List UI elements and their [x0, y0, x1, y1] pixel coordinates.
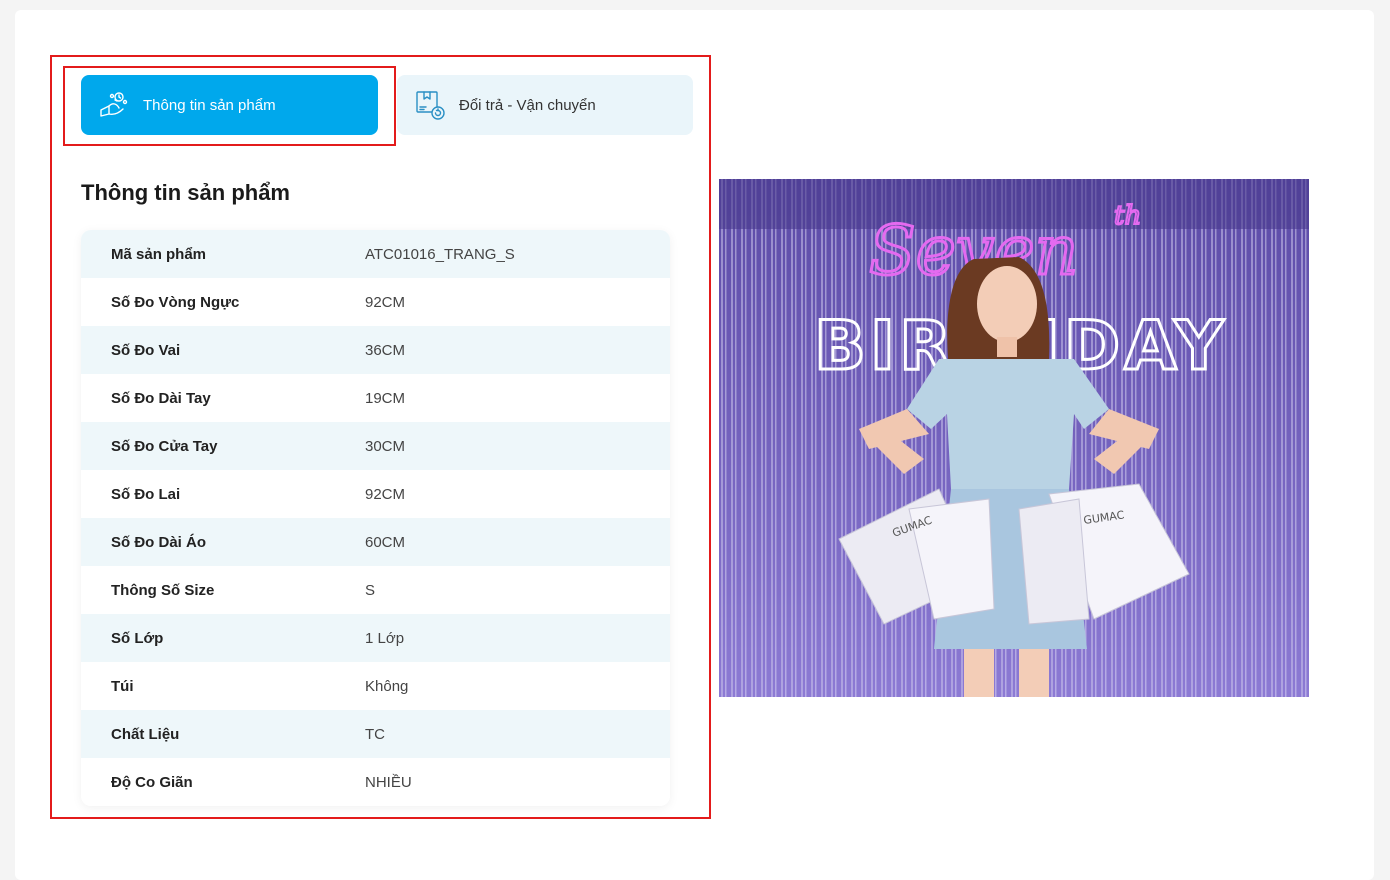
spec-label: Túi	[111, 677, 134, 695]
tab-shipping-return[interactable]: Đổi trả - Vận chuyển	[397, 75, 693, 135]
spec-value: ATC01016_TRANG_S	[365, 245, 515, 263]
spec-table: Mã sản phẩm ATC01016_TRANG_S Số Đo Vòng …	[81, 230, 670, 806]
spec-label: Số Đo Vòng Ngực	[111, 293, 240, 311]
spec-value: 19CM	[365, 389, 406, 407]
spec-value: 92CM	[365, 293, 406, 311]
spec-value: 30CM	[365, 437, 406, 455]
section-title: Thông tin sản phẩm	[81, 180, 290, 205]
spec-row: Độ Co Giãn NHIỀU	[81, 758, 670, 806]
spec-row: Số Đo Dài Áo 60CM	[81, 518, 670, 566]
promo-photo: Seven th BIRTHDAY	[719, 179, 1309, 697]
spec-row: Số Lớp 1 Lớp	[81, 614, 670, 662]
spec-value: NHIỀU	[365, 773, 412, 791]
spec-row: Mã sản phẩm ATC01016_TRANG_S	[81, 230, 670, 278]
spec-value: S	[365, 581, 376, 599]
spec-value: TC	[365, 725, 385, 743]
spec-value: 36CM	[365, 341, 406, 359]
highlight-outline-tab	[63, 66, 396, 146]
spec-label: Số Đo Cửa Tay	[111, 437, 218, 455]
neon-sup-text: th	[1114, 201, 1141, 231]
spec-row: Số Đo Vòng Ngực 92CM	[81, 278, 670, 326]
spec-row: Số Đo Vai 36CM	[81, 326, 670, 374]
spec-row: Số Đo Cửa Tay 30CM	[81, 422, 670, 470]
tab-shipping-return-label: Đổi trả - Vận chuyển	[459, 96, 596, 114]
spec-label: Số Đo Lai	[111, 485, 181, 503]
spec-value: 1 Lớp	[365, 629, 405, 647]
spec-row: Số Đo Lai 92CM	[81, 470, 670, 518]
spec-value: Không	[365, 677, 409, 695]
spec-label: Độ Co Giãn	[111, 773, 193, 791]
spec-label: Số Lớp	[111, 629, 164, 647]
spec-label: Thông Số Size	[111, 581, 215, 599]
shipping-return-icon	[413, 88, 447, 122]
spec-value: 60CM	[365, 533, 406, 551]
spec-row: Túi Không	[81, 662, 670, 710]
spec-label: Mã sản phẩm	[111, 245, 207, 263]
spec-row: Thông Số Size S	[81, 566, 670, 614]
spec-label: Chất Liệu	[111, 725, 180, 743]
spec-row: Số Đo Dài Tay 19CM	[81, 374, 670, 422]
spec-value: 92CM	[365, 485, 406, 503]
spec-label: Số Đo Dài Tay	[111, 389, 211, 407]
spec-label: Số Đo Vai	[111, 341, 181, 359]
spec-row: Chất Liệu TC	[81, 710, 670, 758]
spec-label: Số Đo Dài Áo	[111, 533, 207, 551]
